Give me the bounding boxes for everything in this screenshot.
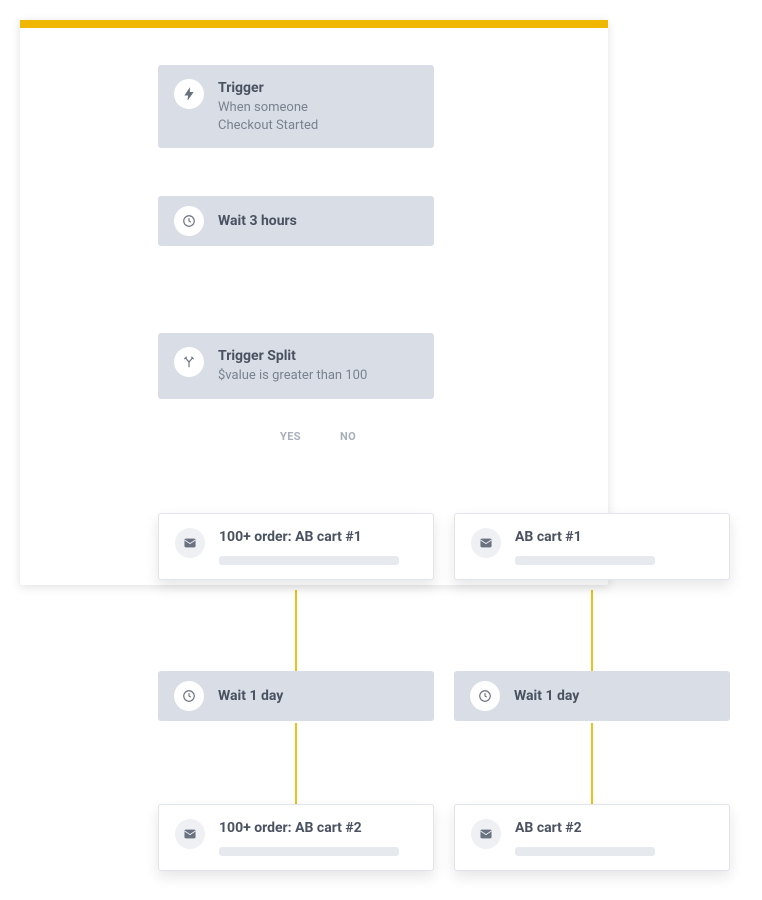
content-placeholder bbox=[219, 847, 399, 856]
trigger-desc-1: When someone bbox=[218, 99, 318, 117]
email-icon bbox=[471, 819, 501, 849]
wait-yes-title: Wait 1 day bbox=[218, 687, 283, 705]
clock-icon bbox=[470, 681, 500, 711]
trigger-node[interactable]: Trigger When someone Checkout Started bbox=[158, 65, 434, 148]
split-title: Trigger Split bbox=[218, 347, 367, 365]
branch-yes-label: YES bbox=[280, 430, 301, 443]
content-placeholder bbox=[515, 847, 655, 856]
email-no-2-title: AB cart #2 bbox=[515, 819, 713, 837]
wait-node-yes[interactable]: Wait 1 day bbox=[158, 671, 434, 721]
email-node-yes-2[interactable]: 100+ order: AB cart #2 bbox=[158, 804, 434, 871]
content-placeholder bbox=[219, 556, 399, 565]
panel-accent-bar bbox=[20, 20, 608, 28]
flow-diagram: Trigger When someone Checkout Started Wa… bbox=[0, 0, 762, 900]
email-node-yes-1[interactable]: 100+ order: AB cart #1 bbox=[158, 513, 434, 580]
email-node-no-1[interactable]: AB cart #1 bbox=[454, 513, 730, 580]
content-placeholder bbox=[515, 556, 655, 565]
wait-node-no[interactable]: Wait 1 day bbox=[454, 671, 730, 721]
trigger-desc-2: Checkout Started bbox=[218, 117, 318, 135]
split-icon bbox=[174, 347, 204, 377]
clock-icon bbox=[174, 681, 204, 711]
email-yes-1-title: 100+ order: AB cart #1 bbox=[219, 528, 417, 546]
trigger-title: Trigger bbox=[218, 79, 318, 97]
wait-top-title: Wait 3 hours bbox=[218, 212, 297, 230]
split-node[interactable]: Trigger Split $value is greater than 100 bbox=[158, 333, 434, 399]
wait-node-top[interactable]: Wait 3 hours bbox=[158, 196, 434, 246]
split-condition: $value is greater than 100 bbox=[218, 367, 367, 385]
wait-no-title: Wait 1 day bbox=[514, 687, 579, 705]
clock-icon bbox=[174, 206, 204, 236]
email-no-1-title: AB cart #1 bbox=[515, 528, 713, 546]
email-yes-2-title: 100+ order: AB cart #2 bbox=[219, 819, 417, 837]
branch-no-label: NO bbox=[340, 430, 356, 443]
email-node-no-2[interactable]: AB cart #2 bbox=[454, 804, 730, 871]
email-icon bbox=[175, 528, 205, 558]
email-icon bbox=[175, 819, 205, 849]
email-icon bbox=[471, 528, 501, 558]
bolt-icon bbox=[174, 79, 204, 109]
